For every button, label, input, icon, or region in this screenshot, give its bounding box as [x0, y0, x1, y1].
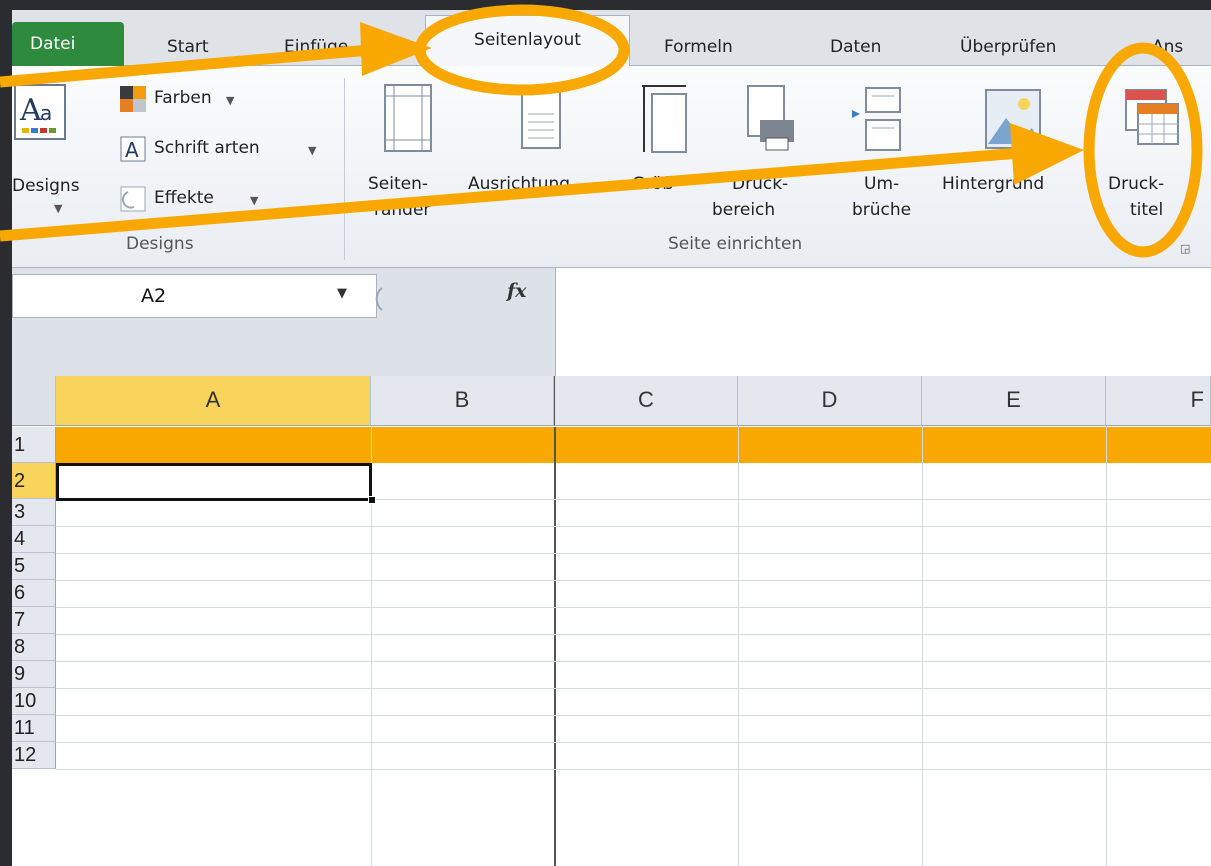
fill-handle[interactable]: [368, 496, 376, 504]
column-header-c[interactable]: C: [554, 376, 738, 426]
group-label-designs: Designs: [126, 234, 194, 254]
formula-separator-icon: [375, 287, 383, 311]
background-image-icon: [985, 89, 1041, 149]
spreadsheet-grid: A B C D E F 1 2 3 4 5 6 7 8 9 10 11 12: [12, 376, 1211, 866]
margins-icon: [384, 84, 432, 152]
ribbon-tab-row: Datei Start Einfüge Seitenlayout Formeln…: [12, 10, 1211, 67]
print-titles-icon: [1125, 89, 1179, 145]
column-header-e[interactable]: E: [922, 376, 1106, 426]
tab-pagelayout[interactable]: Seitenlayout: [425, 15, 630, 67]
print-area-icon: [747, 85, 794, 151]
column-header-b[interactable]: B: [371, 376, 554, 426]
druckbereich-label-1: Druck-: [732, 174, 789, 194]
gridline: [56, 607, 1211, 608]
freeze-pane-line: [554, 427, 556, 866]
column-header-f[interactable]: F: [1106, 376, 1211, 426]
row-header-9[interactable]: 9: [12, 661, 56, 688]
gridline: [56, 715, 1211, 716]
row-header-8[interactable]: 8: [12, 634, 56, 661]
tab-view[interactable]: Ans: [1152, 32, 1183, 66]
gridline: [56, 634, 1211, 635]
font-icon: A: [120, 136, 146, 162]
effekte-caret-icon: ▼: [250, 194, 259, 207]
page-breaks-icon: [852, 87, 901, 151]
group-label-seite-einrichten: Seite einrichten: [668, 234, 803, 254]
orientation-icon: [521, 91, 561, 149]
hintergrund-label: Hintergrund: [942, 174, 1045, 194]
gridline: [56, 526, 1211, 527]
schriftarten-caret-icon: ▼: [308, 144, 317, 157]
gridline: [922, 426, 923, 866]
formula-input[interactable]: [555, 268, 1211, 376]
seitenraender-label-1: Seiten-: [368, 174, 429, 194]
insert-function-icon[interactable]: fx: [507, 280, 527, 302]
gridline: [56, 769, 1211, 770]
designs-button-label: Designs: [12, 176, 80, 196]
row-header-10[interactable]: 10: [12, 688, 56, 715]
drucktitel-label-1: Druck-: [1108, 174, 1165, 194]
farben-label: Farben: [154, 88, 212, 108]
row-header-3[interactable]: 3: [12, 499, 56, 526]
excel-window: Datei Start Einfüge Seitenlayout Formeln…: [12, 10, 1211, 866]
select-all-corner[interactable]: [12, 376, 56, 426]
column-header-a[interactable]: A: [56, 376, 371, 426]
gridline: [56, 661, 1211, 662]
tab-insert[interactable]: Einfüge: [284, 32, 348, 66]
formula-bar: A2 ▼ fx: [12, 268, 1211, 376]
umbrueche-label-2: brüche: [852, 200, 912, 220]
gridline: [1106, 426, 1107, 866]
drucktitel-label-2: titel: [1130, 200, 1164, 220]
name-box[interactable]: A2: [12, 274, 377, 318]
column-header-d[interactable]: D: [738, 376, 922, 426]
farben-caret-icon: ▼: [226, 94, 235, 107]
svg-text:A: A: [125, 138, 139, 162]
row-header-5[interactable]: 5: [12, 553, 56, 580]
designs-icon: A a: [14, 84, 66, 140]
druckbereich-label-2: bereich: [712, 200, 776, 220]
svg-text:a: a: [40, 101, 52, 125]
tab-file[interactable]: Datei: [12, 22, 124, 66]
schriftarten-label: Schrift arten: [154, 138, 260, 158]
row-header-2[interactable]: 2: [12, 463, 56, 499]
umbrueche-label-1: Um-: [864, 174, 900, 194]
tab-formulas[interactable]: Formeln: [664, 32, 733, 66]
gridline: [738, 426, 739, 866]
dialog-launcher-icon[interactable]: ◲: [1180, 242, 1190, 255]
name-box-caret-icon[interactable]: ▼: [337, 286, 347, 301]
row-header-1[interactable]: 1: [12, 427, 56, 463]
ausrichtung-label: Ausrichtung: [468, 174, 571, 194]
gridline: [56, 553, 1211, 554]
designs-caret-icon: ▼: [54, 202, 63, 215]
effects-icon: [120, 186, 146, 212]
gridline: [56, 688, 1211, 689]
selected-cell-a2[interactable]: [56, 463, 372, 501]
svg-text:A: A: [19, 93, 42, 128]
row-header-6[interactable]: 6: [12, 580, 56, 607]
effekte-label: Effekte: [154, 188, 214, 208]
row-header-12[interactable]: 12: [12, 742, 56, 769]
color-palette-icon: [120, 86, 146, 112]
groesse-label: Größ: [632, 174, 673, 194]
tab-start[interactable]: Start: [167, 32, 209, 66]
ribbon-pagelayout: A a Designs ▼ Farben ▼ A Schrift arten ▼…: [12, 66, 1211, 268]
row-header-7[interactable]: 7: [12, 607, 56, 634]
row-1-highlight: [56, 427, 1211, 463]
tab-review[interactable]: Überprüfen: [960, 32, 1056, 66]
tab-data[interactable]: Daten: [830, 32, 881, 66]
row-header-11[interactable]: 11: [12, 715, 56, 742]
gridline: [56, 742, 1211, 743]
gridline: [56, 580, 1211, 581]
row-header-4[interactable]: 4: [12, 526, 56, 553]
group-separator: [344, 78, 345, 260]
seitenraender-label-2: ränder: [374, 200, 431, 220]
size-icon: [642, 85, 687, 153]
